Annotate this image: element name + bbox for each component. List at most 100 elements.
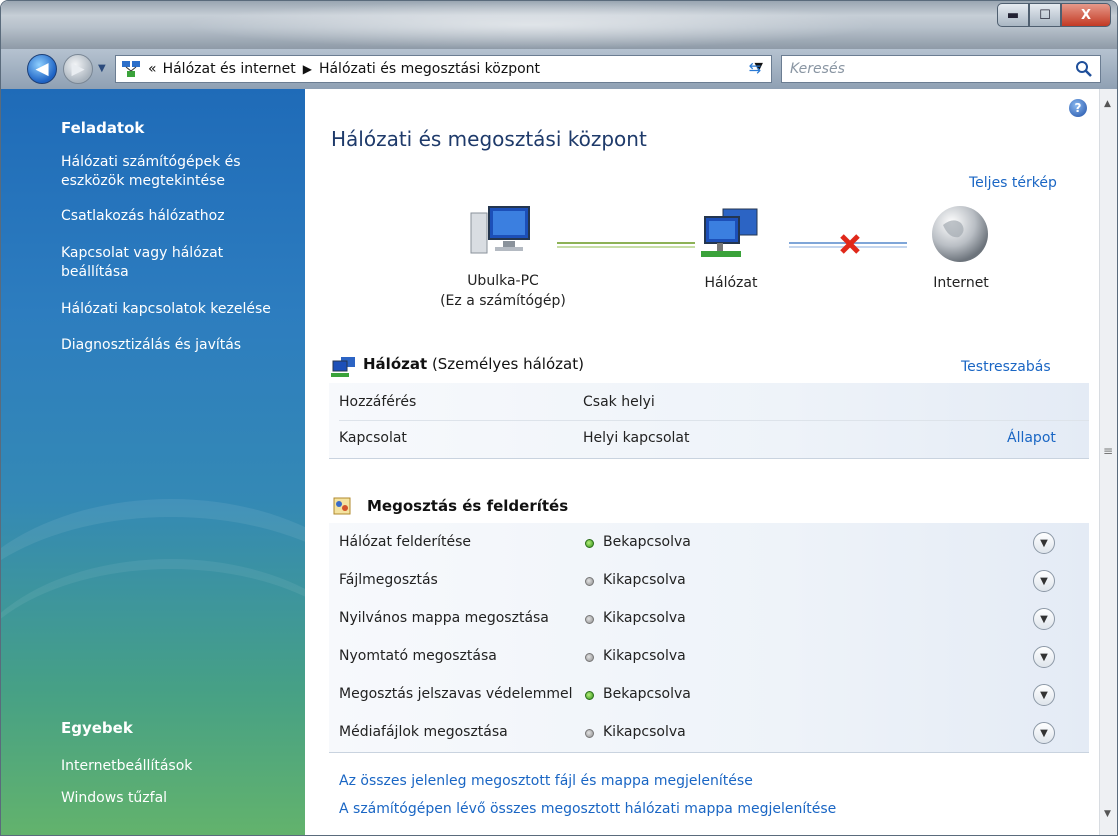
address-bar[interactable]: « Hálózat és internet ▶ Hálózati és mego… [115,55,772,83]
disconnected-x-icon [840,234,860,254]
network-label: Hálózat [704,275,758,291]
scroll-grip[interactable]: ≡ [1103,444,1113,458]
sharing-row: Nyilvános mappa megosztása Kikapcsolva ▼ [329,601,1089,637]
breadcrumb-separator[interactable]: ▶ [303,62,312,76]
refresh-button[interactable]: ⇆ [739,56,771,80]
refresh-icon: ⇆ [748,59,762,77]
show-shared-folders-link[interactable]: A számítógépen lévő összes megosztott há… [339,801,836,817]
sidebar-item-firewall[interactable]: Windows tűzfal [61,789,291,808]
status-link[interactable]: Állapot [1007,430,1056,446]
row-value: Bekapcsolva [603,686,691,702]
search-placeholder: Keresés [790,61,845,77]
network-type: (Személyes hálózat) [431,355,584,373]
customize-link[interactable]: Testreszabás [961,359,1051,375]
chevron-down-icon: ▼ [1040,575,1048,587]
chevron-down-icon: ▼ [1040,651,1048,663]
sharing-heading: Megosztás és felderítés [333,497,568,515]
breadcrumb-network-center[interactable]: Hálózati és megosztási központ [319,61,540,77]
sharing-icon [333,497,351,515]
sidebar-item-view-computers[interactable]: Hálózati számítógépek és eszközök megtek… [61,153,291,191]
status-off-icon [585,577,594,586]
expand-button[interactable]: ▼ [1033,684,1055,706]
internet-label: Internet [933,275,989,291]
expand-button[interactable]: ▼ [1033,532,1055,554]
sidebar-item-diagnose[interactable]: Diagnosztizálás és javítás [61,336,291,355]
tasks-heading: Feladatok [61,119,145,137]
row-value: Csak helyi [583,394,655,410]
minimize-button[interactable]: ▬ [997,3,1029,27]
network-small-icon [331,357,355,377]
network-row-connection: Kapcsolat Helyi kapcsolat Állapot [329,421,1089,457]
network-name: Hálózat [363,355,428,373]
sharing-row: Fájlmegosztás Kikapcsolva ▼ [329,563,1089,599]
back-arrow-icon: ◀ [35,59,49,79]
sharing-row: Médiafájlok megosztása Kikapcsolva ▼ [329,715,1089,751]
recent-pages-dropdown[interactable]: ▼ [98,63,106,74]
row-value: Kikapcsolva [603,610,686,626]
address-overflow-chevron[interactable]: « [148,61,157,77]
show-shared-files-link[interactable]: Az összes jelenleg megosztott fájl és ma… [339,773,753,789]
chevron-down-icon: ▼ [1040,613,1048,625]
navigation-bar: ◀ ▶ ▼ « Hálózat és internet ▶ Hálózati é… [1,49,1117,89]
computer-name: Ubulka-PC [467,273,539,289]
row-label: Kapcsolat [339,430,407,446]
window: ▬ ☐ X ◀ ▶ ▼ « Hálózat és internet ▶ Háló… [0,0,1118,836]
forward-button[interactable]: ▶ [63,54,93,84]
full-map-link[interactable]: Teljes térkép [969,175,1057,191]
sharing-title: Megosztás és felderítés [367,497,569,515]
breadcrumb-network-internet[interactable]: Hálózat és internet [163,61,296,77]
close-button[interactable]: X [1061,3,1111,27]
sharing-row: Nyomtató megosztása Kikapcsolva ▼ [329,639,1089,675]
expand-button[interactable]: ▼ [1033,608,1055,630]
status-off-icon [585,653,594,662]
search-icon[interactable] [1074,59,1094,79]
network-row-access: Hozzáférés Csak helyi [329,385,1089,421]
row-label: Nyomtató megosztása [339,648,497,664]
sharing-row: Hálózat felderítése Bekapcsolva ▼ [329,525,1089,561]
window-controls: ▬ ☐ X [997,3,1111,27]
row-label: Fájlmegosztás [339,572,438,588]
status-on-icon [585,691,594,700]
expand-button[interactable]: ▼ [1033,646,1055,668]
chevron-down-icon: ▼ [1040,689,1048,701]
search-input[interactable]: Keresés [781,55,1101,83]
expand-button[interactable]: ▼ [1033,570,1055,592]
network-icon [701,208,758,257]
sharing-panel: Hálózat felderítése Bekapcsolva ▼ Fájlme… [329,523,1089,753]
vertical-scrollbar[interactable]: ▲ ≡ ▼ [1099,89,1117,835]
scroll-down-arrow[interactable]: ▼ [1104,809,1111,819]
maximize-button[interactable]: ☐ [1029,3,1061,27]
help-icon: ? [1074,101,1082,115]
row-value: Kikapcsolva [603,572,686,588]
chevron-down-icon: ▼ [1040,537,1048,549]
row-value: Kikapcsolva [603,648,686,664]
network-center-icon [122,61,140,77]
title-glow [181,1,881,49]
forward-arrow-icon: ▶ [71,59,85,79]
sidebar-decoration [1,559,305,819]
task-pane: Feladatok Hálózati számítógépek és eszkö… [1,89,305,835]
status-off-icon [585,729,594,738]
page-title: Hálózati és megosztási központ [331,127,647,151]
sidebar-item-internet-options[interactable]: Internetbeállítások [61,757,291,776]
computer-icon [470,206,530,254]
connection-line-left [557,242,695,248]
sidebar-item-manage-connections[interactable]: Hálózati kapcsolatok kezelése [61,300,291,319]
computer-subtitle: (Ez a számítógép) [440,293,566,309]
help-button[interactable]: ? [1069,99,1087,117]
status-off-icon [585,615,594,624]
sidebar-item-connect[interactable]: Csatlakozás hálózathoz [61,207,291,226]
back-button[interactable]: ◀ [27,54,57,84]
chevron-down-icon: ▼ [1040,727,1048,739]
expand-button[interactable]: ▼ [1033,722,1055,744]
other-heading: Egyebek [61,719,133,737]
main-content: ? Hálózati és megosztási központ Teljes … [305,89,1099,835]
sharing-row: Megosztás jelszavas védelemmel Bekapcsol… [329,677,1089,713]
sidebar-item-setup[interactable]: Kapcsolat vagy hálózat beállítása [61,244,291,282]
row-value: Kikapcsolva [603,724,686,740]
network-details-panel: Hozzáférés Csak helyi Kapcsolat Helyi ka… [329,383,1089,459]
row-label: Hálózat felderítése [339,534,472,550]
row-value: Helyi kapcsolat [583,430,690,446]
scroll-up-arrow[interactable]: ▲ [1104,99,1111,109]
internet-globe-icon [932,206,988,262]
